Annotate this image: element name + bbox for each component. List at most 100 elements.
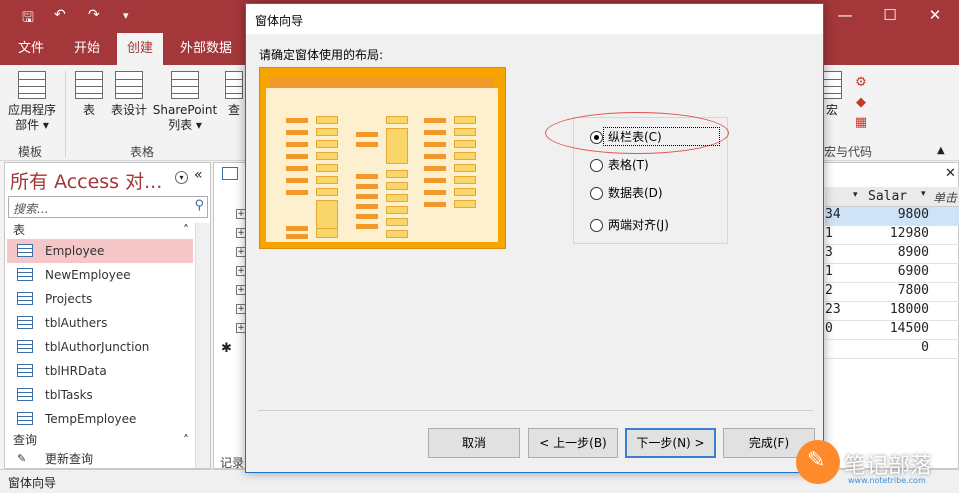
table-row[interactable]: 1 12980 bbox=[825, 226, 959, 245]
salary-cell: 9800 bbox=[897, 207, 929, 222]
dialog-title-bar[interactable]: 窗体向导 bbox=[246, 4, 823, 34]
nav-search-input[interactable]: 搜索... ⚲ bbox=[8, 196, 208, 218]
search-icon[interactable]: ⚲ bbox=[194, 198, 204, 213]
table-row[interactable]: 34 9800 bbox=[825, 207, 959, 226]
radio-columnar-label: 纵栏表(C) bbox=[608, 130, 662, 144]
group-label-template: 模板 bbox=[18, 145, 43, 159]
new-record-icon: ✱ bbox=[221, 341, 232, 356]
nav-table-item[interactable]: TempEmployee bbox=[7, 407, 193, 431]
update-query-icon: ✎ bbox=[17, 452, 27, 465]
salary-cell: 7800 bbox=[897, 283, 929, 298]
salary-cell: 8900 bbox=[897, 245, 929, 260]
next-button[interactable]: 下一步(N) > bbox=[625, 428, 716, 458]
tab-file[interactable]: 文件 bbox=[8, 33, 54, 65]
module-icons[interactable]: ⚙ ◆ ▦ bbox=[852, 73, 870, 133]
cell-value: 2 bbox=[825, 283, 833, 298]
salary-cell: 18000 bbox=[889, 302, 929, 317]
cell-value: 23 bbox=[825, 302, 841, 317]
radio-button-selected[interactable] bbox=[590, 131, 603, 144]
table-button[interactable]: 表 bbox=[72, 71, 106, 118]
query-button-partial[interactable]: 查 bbox=[224, 71, 244, 118]
salary-cell: 0 bbox=[921, 340, 929, 355]
radio-columnar[interactable]: 纵栏表(C) bbox=[590, 127, 662, 147]
sharepoint-list-button[interactable]: SharePoint 列表 ▾ bbox=[150, 71, 220, 133]
table-row[interactable]: 3 8900 bbox=[825, 245, 959, 264]
radio-justified[interactable]: 两端对齐(J) bbox=[590, 215, 669, 235]
tab-home[interactable]: 开始 bbox=[64, 33, 110, 65]
close-tab-icon[interactable]: ✕ bbox=[945, 166, 956, 181]
cell-value: 34 bbox=[825, 207, 841, 222]
shutter-bar-icon[interactable]: « bbox=[194, 167, 203, 183]
radio-tabular[interactable]: 表格(T) bbox=[590, 155, 649, 175]
table-row[interactable]: 23 18000 bbox=[825, 302, 959, 321]
salary-column-header[interactable]: Salar bbox=[868, 189, 907, 204]
table-row[interactable]: 1 6900 bbox=[825, 264, 959, 283]
collapse-icon[interactable]: ˄ bbox=[183, 430, 189, 450]
sort-dropdown-icon[interactable]: ▾ bbox=[853, 190, 858, 200]
dropdown-icon[interactable]: ▾ bbox=[123, 9, 129, 22]
table-design-label: 表设计 bbox=[110, 103, 147, 117]
undo-icon[interactable]: ↶ bbox=[54, 7, 66, 23]
radio-tabular-label: 表格(T) bbox=[608, 158, 649, 172]
collapse-ribbon-icon[interactable]: ▲ bbox=[937, 145, 945, 156]
nav-table-item[interactable]: tblTasks bbox=[7, 383, 193, 407]
nav-section-tables[interactable]: 表 ˄ bbox=[5, 220, 195, 240]
macro-label: 宏 bbox=[825, 103, 838, 117]
query-icon bbox=[225, 71, 243, 99]
layout-prompt: 请确定窗体使用的布局: bbox=[259, 48, 384, 62]
tab-external-data[interactable]: 外部数据 bbox=[170, 33, 242, 65]
nav-query-label: 更新查询 bbox=[45, 452, 94, 466]
redo-icon[interactable]: ↷ bbox=[88, 7, 100, 23]
table-icon bbox=[75, 71, 103, 99]
table-icon bbox=[17, 244, 33, 257]
nav-table-item[interactable]: tblAuthorJunction bbox=[7, 335, 193, 359]
form-wizard-dialog: 窗体向导 请确定窗体使用的布局: 纵栏表(C) 表格(T) 数据表(D) 两端对… bbox=[245, 3, 824, 473]
close-icon[interactable]: ✕ bbox=[920, 6, 950, 24]
query-label-partial: 查 bbox=[227, 103, 240, 117]
minimize-icon[interactable]: — bbox=[830, 6, 860, 24]
nav-table-item[interactable]: Employee bbox=[7, 239, 193, 263]
save-icon[interactable]: 🖫 bbox=[22, 7, 34, 31]
nav-pane-title[interactable]: 所有 Access 对... bbox=[10, 167, 162, 194]
radio-button[interactable] bbox=[590, 159, 603, 172]
table-row[interactable]: 2 7800 bbox=[825, 283, 959, 302]
group-label-tables: 表格 bbox=[130, 145, 155, 159]
nav-table-item[interactable]: Projects bbox=[7, 287, 193, 311]
table-design-button[interactable]: 表设计 bbox=[108, 71, 150, 118]
table-row[interactable]: 0 bbox=[825, 340, 959, 359]
nav-query-item[interactable]: ✎ 更新查询 bbox=[7, 449, 193, 469]
table-tab-icon[interactable] bbox=[222, 167, 238, 180]
radio-button[interactable] bbox=[590, 187, 603, 200]
tab-create[interactable]: 创建 bbox=[117, 33, 164, 65]
nav-table-item[interactable]: tblHRData bbox=[7, 359, 193, 383]
radio-datasheet[interactable]: 数据表(D) bbox=[590, 183, 663, 203]
nav-scrollbar[interactable] bbox=[195, 223, 210, 468]
radio-button[interactable] bbox=[590, 219, 603, 232]
maximize-icon[interactable]: ☐ bbox=[875, 6, 905, 24]
salary-cell: 6900 bbox=[897, 264, 929, 279]
salary-cell: 14500 bbox=[889, 321, 929, 336]
cell-value: 0 bbox=[825, 321, 833, 336]
table-label: 表 bbox=[82, 103, 95, 117]
group-label-macro-code: 宏与代码 bbox=[824, 145, 873, 159]
nav-table-label: tblHRData bbox=[45, 364, 107, 378]
sort-dropdown-icon[interactable]: ▾ bbox=[921, 189, 926, 199]
click-to-add-header[interactable]: 单击 bbox=[933, 189, 957, 206]
nav-table-item[interactable]: tblAuthers bbox=[7, 311, 193, 335]
nav-section-queries-label: 查询 bbox=[13, 433, 38, 447]
table-icon bbox=[17, 340, 33, 353]
cancel-button[interactable]: 取消 bbox=[428, 428, 520, 458]
nav-table-label: NewEmployee bbox=[45, 268, 131, 282]
app-parts-button[interactable]: 应用程序 部件 ▾ bbox=[4, 71, 60, 133]
watermark: ✎ 笔记部落 www.notetribe.com bbox=[796, 436, 958, 491]
radio-datasheet-label: 数据表(D) bbox=[608, 186, 663, 200]
back-button[interactable]: < 上一步(B) bbox=[528, 428, 618, 458]
table-row[interactable]: 0 14500 bbox=[825, 321, 959, 340]
table-icon bbox=[17, 388, 33, 401]
nav-section-queries[interactable]: 查询 ˄ bbox=[5, 430, 195, 450]
table-design-icon bbox=[115, 71, 143, 99]
nav-menu-icon[interactable]: ▾ bbox=[175, 171, 188, 184]
sharepoint-list-icon bbox=[171, 71, 199, 99]
collapse-icon[interactable]: ˄ bbox=[183, 220, 189, 240]
nav-table-item[interactable]: NewEmployee bbox=[7, 263, 193, 287]
